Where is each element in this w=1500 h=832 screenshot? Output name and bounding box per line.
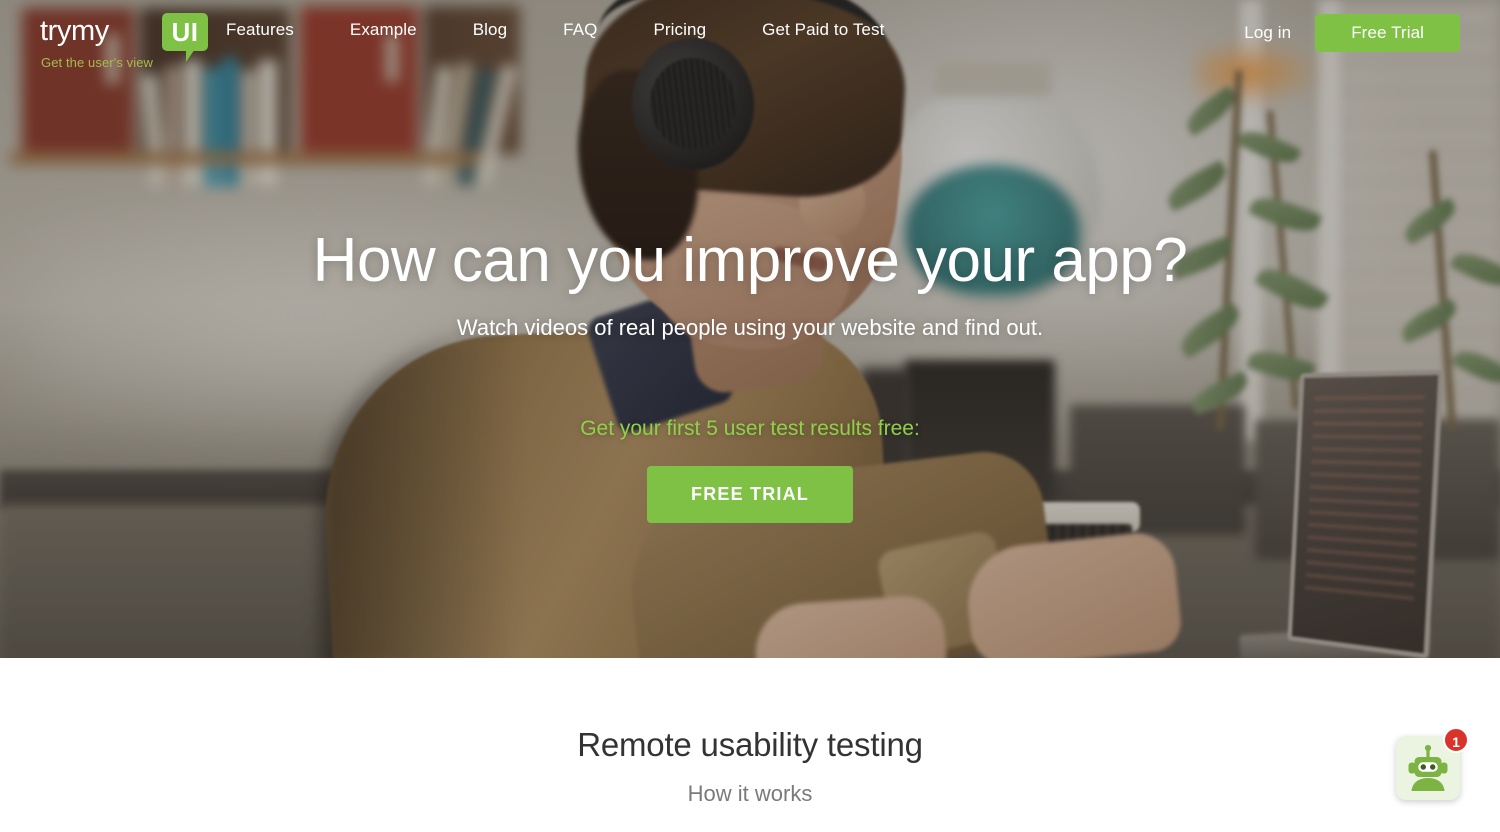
- how-it-works-section: Remote usability testing How it works: [0, 658, 1500, 832]
- nav-item-faq[interactable]: FAQ: [535, 20, 625, 40]
- section-title: Remote usability testing: [577, 726, 923, 763]
- hero-content: How can you improve your app? Watch vide…: [0, 0, 1500, 658]
- chat-widget-button[interactable]: 1: [1396, 727, 1469, 800]
- landing-page: trymy UI Get the user's view Features Ex…: [0, 0, 1500, 832]
- header-free-trial-button[interactable]: Free Trial: [1315, 14, 1460, 52]
- nav-item-pricing[interactable]: Pricing: [625, 20, 734, 40]
- chat-unread-badge: 1: [1443, 727, 1469, 753]
- nav-item-features[interactable]: Features: [198, 20, 322, 40]
- logo-wordmark: trymy: [40, 15, 109, 47]
- logo-tagline: Get the user's view: [41, 55, 154, 70]
- hero-free-trial-button[interactable]: FREE TRIAL: [647, 466, 853, 524]
- hero-section: trymy UI Get the user's view Features Ex…: [0, 0, 1500, 658]
- robot-icon: [1408, 744, 1448, 791]
- hero-headline: How can you improve your app?: [312, 226, 1188, 295]
- nav-item-get-paid-to-test[interactable]: Get Paid to Test: [734, 20, 912, 40]
- login-link[interactable]: Log in: [1244, 23, 1291, 43]
- section-subtitle: How it works: [687, 781, 813, 806]
- nav-link-list: Features Example Blog FAQ Pricing Get Pa…: [198, 20, 912, 40]
- main-navigation: trymy UI Get the user's view Features Ex…: [0, 0, 1500, 70]
- nav-actions: Log in Free Trial: [1244, 14, 1460, 52]
- nav-item-example[interactable]: Example: [322, 20, 445, 40]
- hero-offer-text: Get your first 5 user test results free:: [580, 417, 920, 441]
- nav-item-blog[interactable]: Blog: [445, 20, 535, 40]
- hero-subheadline: Watch videos of real people using your w…: [456, 315, 1044, 341]
